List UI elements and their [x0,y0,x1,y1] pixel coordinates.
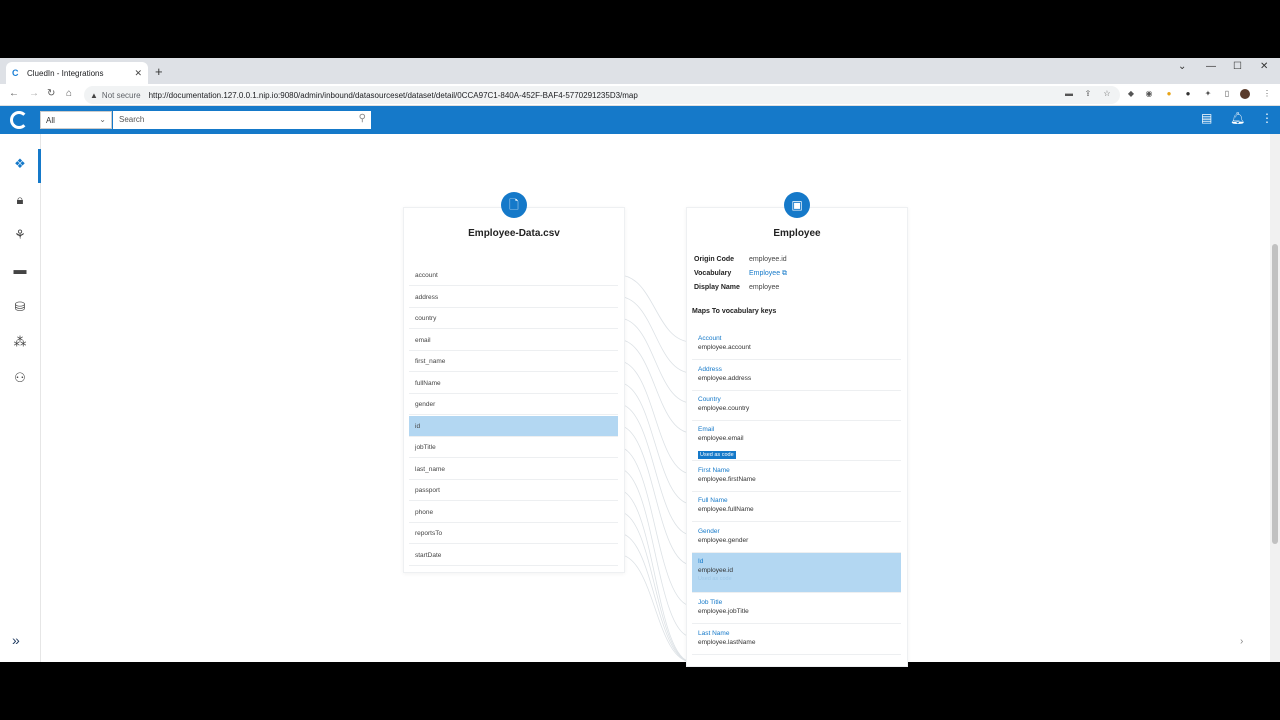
source-column-row[interactable]: last_name [409,459,618,480]
used-as-code-label: Used as code [698,576,732,582]
vocabulary-key-name-link[interactable]: Email [698,425,895,434]
management-icon[interactable]: ▬ [12,262,28,278]
more-menu-icon[interactable]: ⋮ [1261,111,1273,125]
vocabulary-key-value: employee.account [698,344,751,351]
vocabulary-key-row[interactable]: Full Name employee.fullName [692,492,901,522]
source-column-row[interactable]: id [409,415,618,437]
vocabulary-key-value: employee.address [698,375,752,382]
expand-sidebar-icon[interactable]: » [12,632,20,648]
vocabulary-key-row[interactable]: Account employee.account [692,330,901,360]
scrollbar-thumb[interactable] [1272,244,1278,544]
vocabulary-key-row[interactable]: Country employee.country [692,391,901,421]
app-header: All ⌄ Search ⚲ ▤ 🔔︎ ⋮ [0,106,1280,134]
vocabulary-key-name-link[interactable]: Full Name [698,496,895,505]
vocabulary-key-name-link[interactable]: Job Title [698,598,895,607]
vocabulary-key-value: employee.id [698,567,734,574]
vocabulary-key-row[interactable]: First Name employee.firstName [692,462,901,492]
vocabulary-key-value: employee.gender [698,537,749,544]
display-name-row: Display Name employee [694,284,779,291]
search-placeholder: Search [119,115,145,124]
main-content [41,134,1270,662]
search-icon[interactable]: ⚲ [359,113,366,124]
preparation-icon[interactable]: ⚘ [12,227,28,243]
consume-icon[interactable]: ⁂ [12,334,28,350]
database-icon[interactable]: ⛁ [12,299,28,315]
source-column-row[interactable]: reportsTo [409,523,618,544]
app: All ⌄ Search ⚲ ▤ 🔔︎ ⋮ ❖ 🔒︎ ⚘ ▬ ⛁ ⁂ ⚇ [0,58,1280,662]
display-name-label: Display Name [694,284,740,291]
vocabulary-key-row[interactable]: Id employee.id Used as code [692,553,901,593]
source-column-row[interactable]: jobTitle [409,437,618,458]
file-icon: 🗋︎ [501,192,527,218]
source-column-row[interactable]: phone [409,502,618,523]
origin-code-value: employee.id [748,256,787,263]
cluedin-logo-icon[interactable] [10,111,28,129]
origin-code-label: Origin Code [694,256,735,263]
entity-title: Employee [773,228,821,239]
source-title: Employee-Data.csv [468,228,560,239]
source-column-row[interactable]: address [409,287,618,308]
vocabulary-key-row[interactable]: Job Title employee.jobTitle [692,594,901,624]
vocabulary-key-row[interactable]: Address employee.address [692,361,901,391]
display-name-value: employee [748,284,780,291]
origin-code-row: Origin Code employee.id [694,256,787,263]
chevron-down-icon: ⌄ [99,115,106,124]
tasks-icon[interactable]: ▤ [1201,111,1212,125]
governance-lock-icon[interactable]: 🔒︎ [12,192,28,208]
vocabulary-key-value: employee.lastName [698,639,756,646]
external-link-icon: ⧉ [782,270,788,277]
source-column-row[interactable]: startDate [409,545,618,566]
source-column-row[interactable]: gender [409,394,618,415]
vocabulary-key-name-link[interactable]: Gender [698,527,895,536]
vocabulary-label: Vocabulary [694,270,732,277]
vocabulary-key-value: employee.email [698,435,744,442]
source-column-row[interactable]: first_name [409,351,618,372]
used-as-code-badge: Used as code [698,451,736,459]
vocabulary-key-row[interactable]: Last Name employee.lastName [692,625,901,655]
vocabulary-link[interactable]: Employee [749,270,780,277]
search-scope-select[interactable]: All ⌄ [40,111,112,129]
source-column-row[interactable]: fullName [409,373,618,394]
source-column-row[interactable]: email [409,330,618,351]
vocabulary-key-name-link[interactable]: Account [698,334,895,343]
vocabulary-key-value: employee.fullName [698,506,754,513]
vocabulary-key-name-link[interactable]: Id [698,557,895,566]
search-scope-value: All [46,116,55,125]
vocabulary-key-row[interactable]: Gender employee.gender [692,523,901,553]
vocabulary-key-value: employee.firstName [698,476,756,483]
vocabulary-key-row[interactable]: Email employee.email Used as code [692,421,901,461]
notifications-bell-icon[interactable]: 🔔︎ [1230,111,1245,125]
vocabulary-key-name-link[interactable]: Country [698,395,895,404]
vocabulary-key-name-link[interactable]: Address [698,365,895,374]
source-column-row[interactable]: passport [409,480,618,501]
page-scrollbar[interactable] [1270,134,1280,662]
source-column-row[interactable]: account [409,265,618,286]
vocabulary-key-name-link[interactable]: Last Name [698,629,895,638]
search-input[interactable]: Search ⚲ [113,111,371,129]
vocabulary-key-value: employee.jobTitle [698,608,749,615]
admin-users-icon[interactable]: ⚇ [12,370,28,386]
source-column-row[interactable]: country [409,308,618,329]
entity-type-icon: ▣ [784,192,810,218]
chevron-right-icon[interactable]: › [1240,636,1243,647]
vocabulary-key-value: employee.country [698,405,750,412]
sidebar: ❖ 🔒︎ ⚘ ▬ ⛁ ⁂ ⚇ [0,134,41,662]
integrations-icon[interactable]: ❖ [12,156,28,172]
maps-to-header: Maps To vocabulary keys [692,308,777,315]
vocabulary-row: Vocabulary Employee ⧉ [694,270,787,278]
vocabulary-key-name-link[interactable]: First Name [698,466,895,475]
